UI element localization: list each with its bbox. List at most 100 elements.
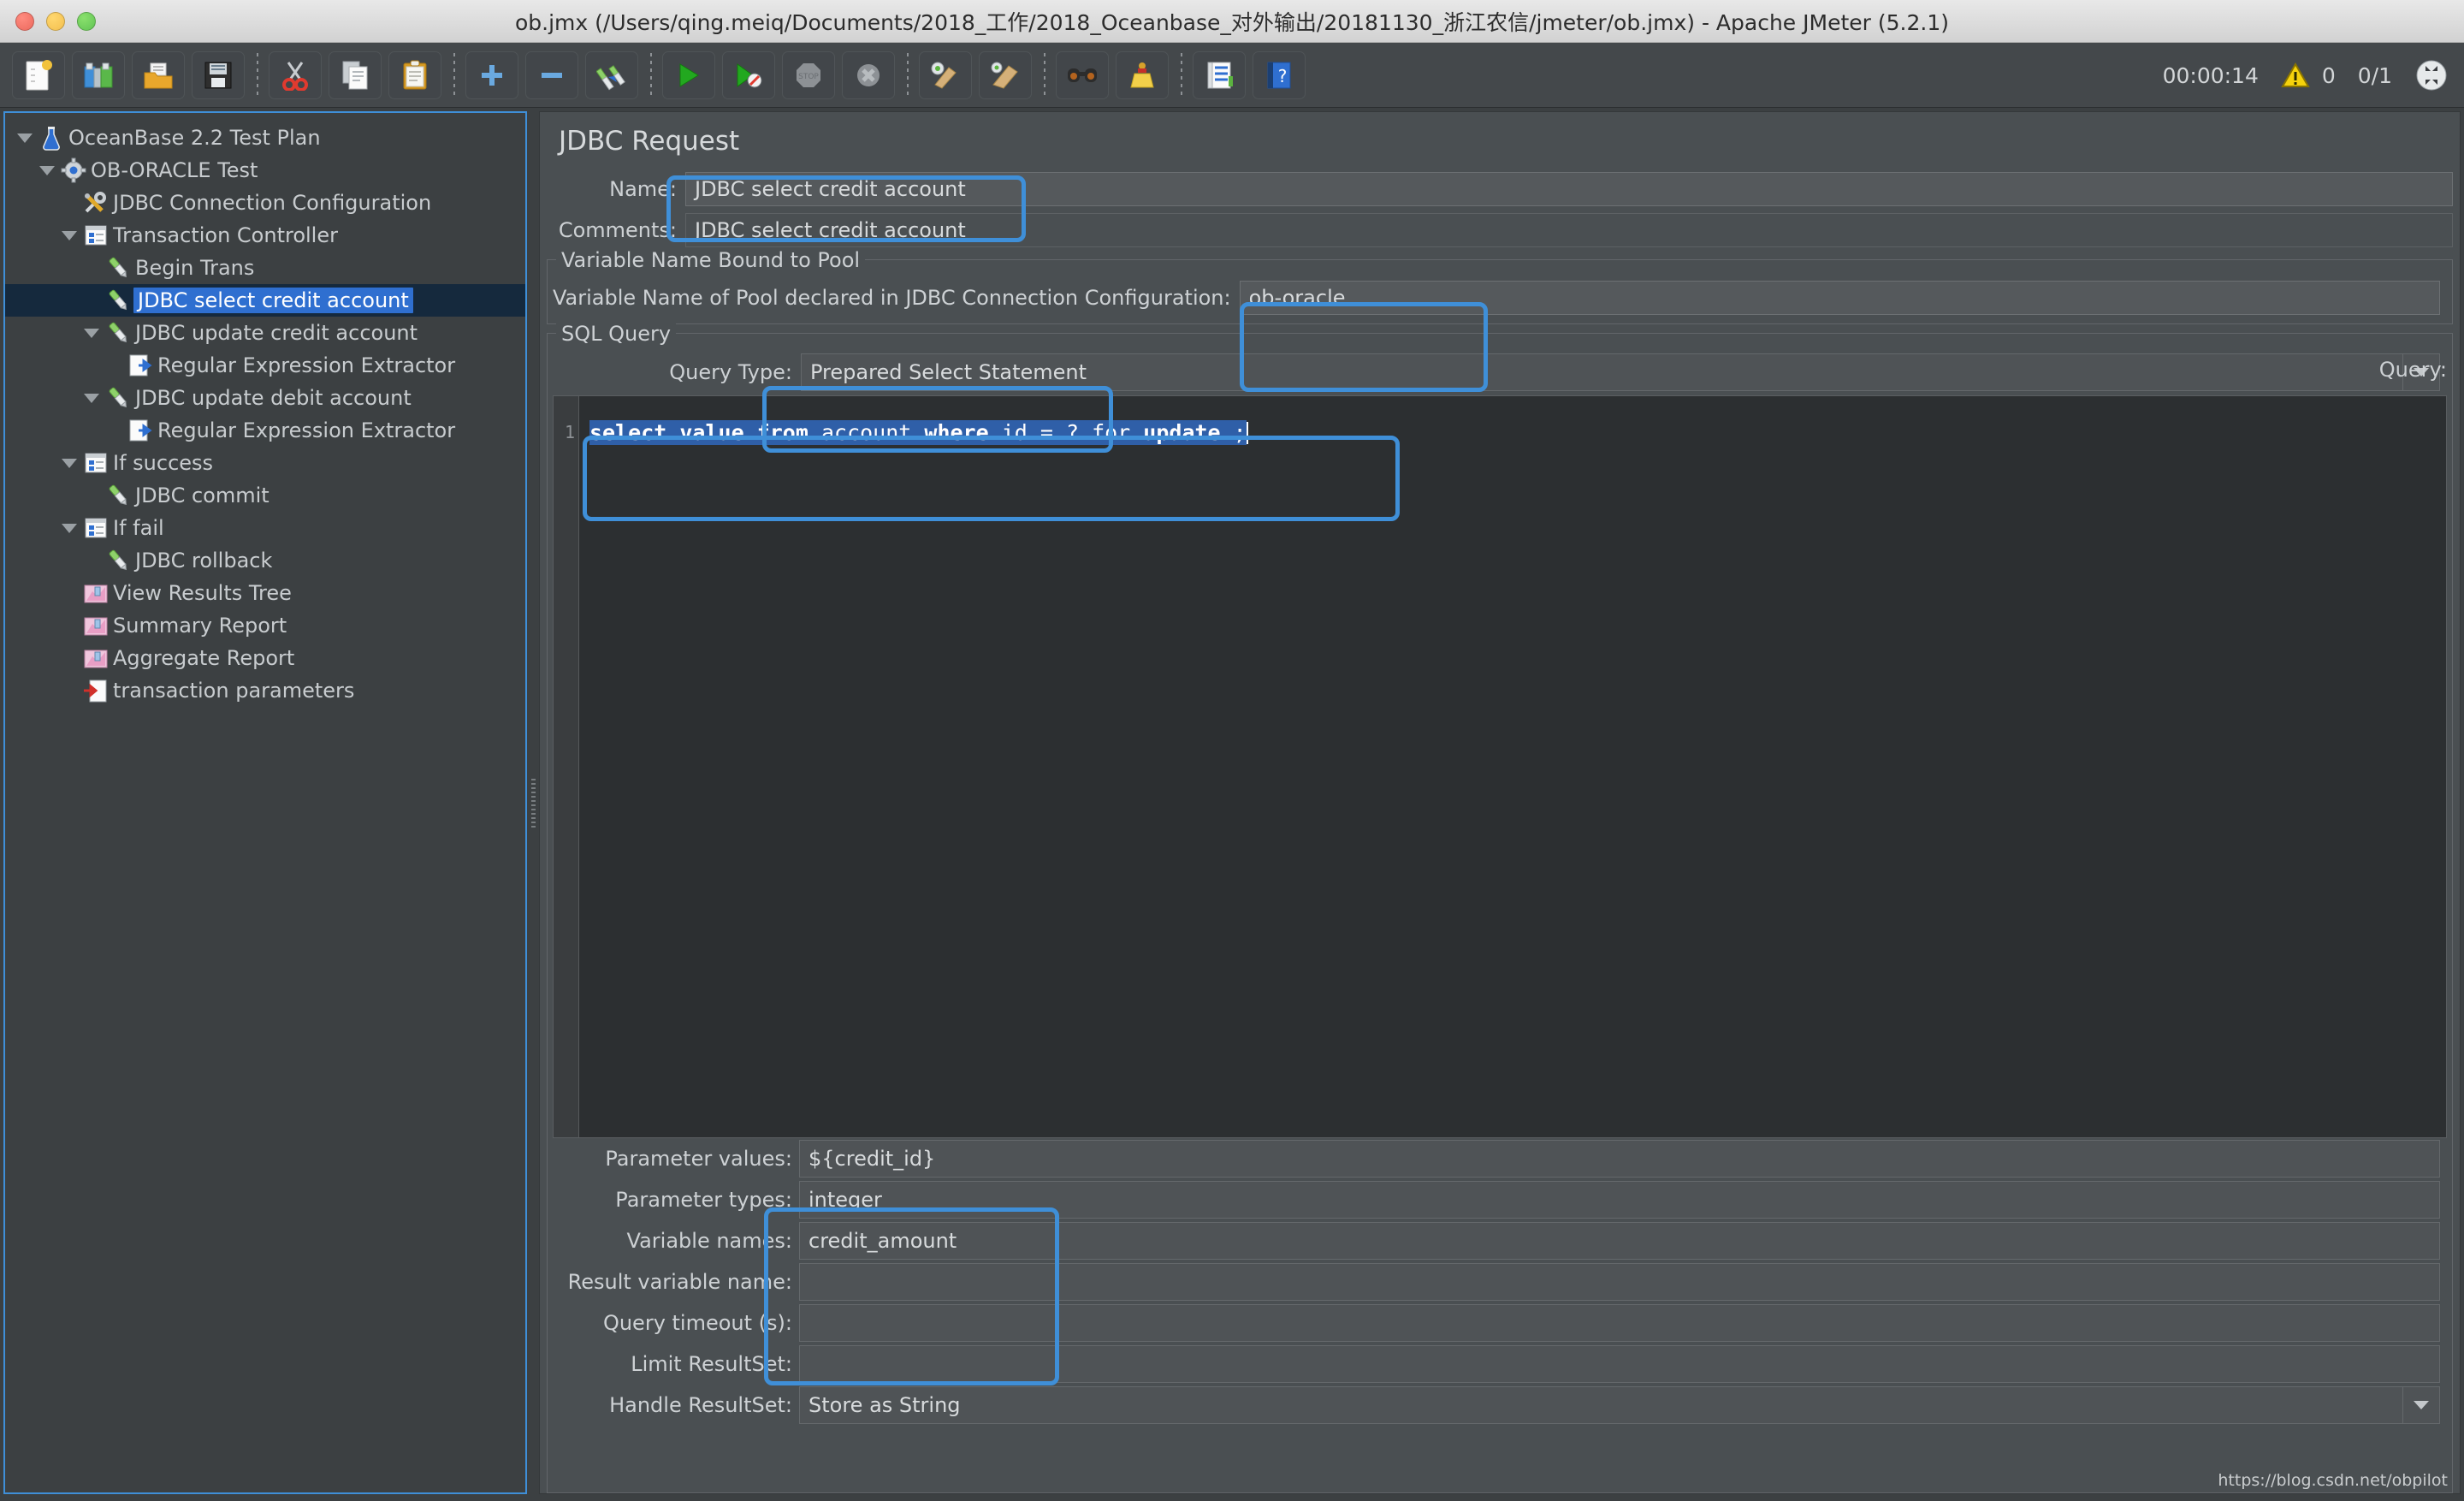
splitter-grip [530, 779, 536, 830]
tree-item-regular-expression-extractor[interactable]: Regular Expression Extractor [5, 414, 525, 447]
chevron-down-icon[interactable] [80, 393, 103, 403]
tree-item-transaction-parameters[interactable]: transaction parameters [5, 674, 525, 707]
clear-all-icon[interactable] [979, 50, 1032, 99]
chevron-down-icon[interactable] [14, 133, 36, 143]
chevron-down-icon[interactable] [36, 165, 58, 175]
cut-icon[interactable] [269, 50, 322, 99]
tree-item-label: JDBC rollback [135, 549, 273, 573]
save-icon[interactable] [192, 50, 245, 99]
window-titlebar: ob.jmx (/Users/qing.meiq/Documents/2018_… [0, 0, 2464, 43]
listener-icon [80, 580, 111, 606]
parameter-types-label: Parameter types: [615, 1188, 792, 1212]
pool-input[interactable]: ob-oracle [1239, 281, 2440, 315]
expand-icon[interactable] [465, 50, 518, 99]
parameter-types-input[interactable]: integer [799, 1181, 2440, 1219]
tree-item-label: Begin Trans [135, 256, 255, 280]
listener-icon [84, 617, 108, 636]
name-label: Name: [609, 177, 677, 201]
elapsed-time: 00:00:14 [2162, 62, 2259, 88]
parameter-values-label: Parameter values: [605, 1147, 792, 1171]
start-no-pauses-icon[interactable] [722, 50, 775, 99]
tree-item-if-fail[interactable]: If fail [5, 512, 525, 544]
tree-item-if-success[interactable]: If success [5, 447, 525, 479]
name-row: Name: JDBC select credit account [540, 169, 2460, 210]
query-sql-text[interactable]: select value from account where id = ? f… [579, 396, 2446, 1137]
stop-icon[interactable]: STOP [782, 50, 835, 99]
listener-icon [80, 613, 111, 638]
tree-item-begin-trans[interactable]: Begin Trans [5, 252, 525, 284]
query-type-combo[interactable]: Prepared Select Statement [801, 353, 2440, 391]
toolbar-separator [1044, 52, 1045, 98]
post-processor-icon [129, 419, 152, 442]
result-variable-name-label: Result variable name: [567, 1270, 792, 1294]
text-caret [1246, 422, 1248, 444]
clear-icon[interactable] [919, 50, 972, 99]
watermark: https://blog.csdn.net/obpilot [2218, 1471, 2448, 1490]
chevron-down-icon[interactable] [58, 458, 80, 468]
chevron-down-icon[interactable] [2402, 1386, 2440, 1424]
tree-item-regular-expression-extractor[interactable]: Regular Expression Extractor [5, 349, 525, 382]
shutdown-icon[interactable] [842, 50, 895, 99]
close-window-button[interactable] [15, 11, 34, 31]
config-element-icon [85, 192, 106, 213]
tree-item-jdbc-connection-configuration[interactable]: JDBC Connection Configuration [5, 187, 525, 219]
comments-input[interactable]: JDBC select credit account [685, 213, 2453, 247]
paste-icon[interactable] [388, 50, 441, 99]
tree-item-oceanbase-2-2-test-plan[interactable]: OceanBase 2.2 Test Plan [5, 122, 525, 154]
sampler-icon [109, 549, 127, 571]
chevron-down-icon[interactable] [80, 328, 103, 338]
help-icon[interactable]: ? [1253, 50, 1306, 99]
new-icon[interactable] [12, 50, 65, 99]
tree-item-transaction-controller[interactable]: Transaction Controller [5, 219, 525, 252]
tree-item-jdbc-select-credit-account[interactable]: JDBC select credit account [5, 284, 525, 317]
templates-icon[interactable] [72, 50, 125, 99]
collapse-icon[interactable] [525, 50, 578, 99]
line-number: 1 [554, 396, 579, 1137]
chevron-down-icon[interactable] [58, 523, 80, 533]
tree-item-ob-oracle-test[interactable]: OB-ORACLE Test [5, 154, 525, 187]
tree-item-jdbc-commit[interactable]: JDBC commit [5, 479, 525, 512]
handle-resultset-combo[interactable]: Store as String [799, 1386, 2440, 1424]
reset-search-icon[interactable] [1116, 50, 1169, 99]
maximize-window-button[interactable] [77, 11, 96, 31]
sampler-icon [103, 483, 133, 508]
tree-item-jdbc-update-debit-account[interactable]: JDBC update debit account [5, 382, 525, 414]
test-plan-tree-panel[interactable]: OceanBase 2.2 Test Plan OB-ORACLE Test JDB… [3, 111, 527, 1494]
sampler-icon [103, 320, 133, 346]
open-icon[interactable] [132, 50, 185, 99]
toolbar-separator [650, 52, 652, 98]
result-variable-name-input[interactable] [799, 1263, 2440, 1301]
tree-item-summary-report[interactable]: Summary Report [5, 609, 525, 642]
toggle-icon[interactable] [585, 50, 638, 99]
variable-names-input[interactable]: credit_amount [799, 1222, 2440, 1260]
toolbar-status-area: 00:00:14 0 0/1 [2163, 43, 2449, 108]
tree-item-jdbc-rollback[interactable]: JDBC rollback [5, 544, 525, 577]
pool-row: Variable Name of Pool declared in JDBC C… [553, 279, 2447, 317]
minimize-window-button[interactable] [46, 11, 65, 31]
tree-item-jdbc-update-credit-account[interactable]: JDBC update credit account [5, 317, 525, 349]
parameter-values-input[interactable]: ${credit_id} [799, 1140, 2440, 1178]
svg-text:STOP: STOP [798, 73, 819, 81]
panel-splitter[interactable] [527, 108, 539, 1501]
tree-item-view-results-tree[interactable]: View Results Tree [5, 577, 525, 609]
tree-item-aggregate-report[interactable]: Aggregate Report [5, 642, 525, 674]
query-type-value[interactable]: Prepared Select Statement [801, 353, 2402, 391]
limit-resultset-label: Limit ResultSet: [631, 1352, 792, 1376]
query-editor[interactable]: 1 select value from account where id = ?… [553, 395, 2447, 1138]
chevron-down-icon[interactable] [58, 230, 80, 240]
tree-item-label: Summary Report [113, 614, 287, 638]
name-input[interactable]: JDBC select credit account [685, 172, 2453, 206]
toolbar-separator [907, 52, 909, 98]
listener-icon [84, 584, 108, 603]
query-timeout-s-input[interactable] [799, 1304, 2440, 1342]
limit-resultset-input[interactable] [799, 1345, 2440, 1383]
start-icon[interactable] [662, 50, 715, 99]
test-plan-tree[interactable]: OceanBase 2.2 Test Plan OB-ORACLE Test JDB… [5, 113, 525, 707]
copy-icon[interactable] [329, 50, 382, 99]
handle-resultset-value[interactable]: Store as String [799, 1386, 2402, 1424]
search-icon[interactable] [1056, 50, 1109, 99]
post-processor-icon [125, 418, 156, 443]
function-helper-icon[interactable] [1193, 50, 1246, 99]
tree-item-label: JDBC commit [135, 484, 270, 507]
warning-indicator[interactable]: 0 [2281, 62, 2336, 88]
